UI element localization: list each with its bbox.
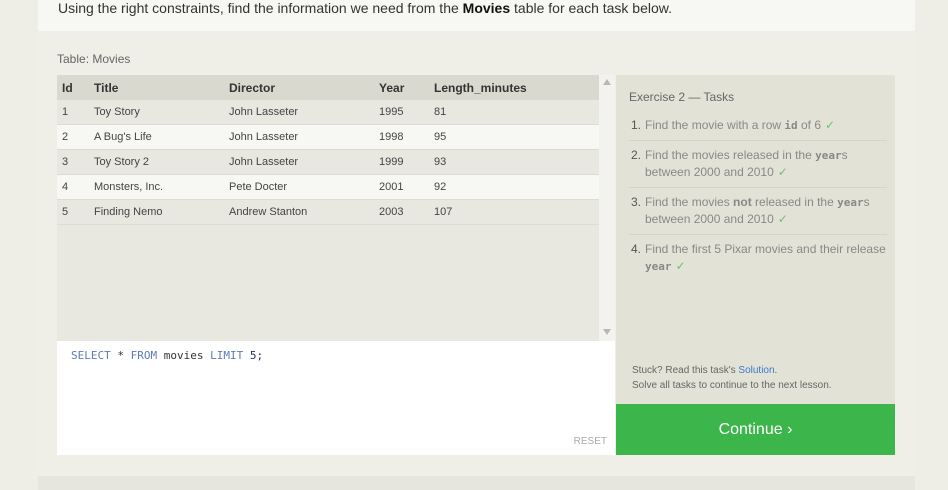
checkmark-icon: ✓	[675, 259, 686, 273]
results-table: Id Title Director Year Length_minutes 1 …	[57, 75, 599, 225]
table-row: 1 Toy Story John Lasseter 1995 81	[57, 100, 599, 125]
cell-year: 1995	[379, 100, 434, 125]
cell-title: Toy Story 2	[94, 149, 229, 175]
column-header-director: Director	[229, 75, 379, 100]
cell-director: John Lasseter	[229, 124, 379, 150]
task-item: 2. Find the movies released in the years …	[629, 145, 887, 188]
continue-button[interactable]: Continue ›	[616, 404, 895, 455]
column-header-length: Length_minutes	[434, 75, 599, 100]
footer-strip	[38, 476, 915, 490]
checkmark-icon: ✓	[777, 212, 788, 226]
cell-title: Toy Story	[94, 100, 229, 125]
cell-length: 107	[434, 199, 599, 225]
table-row: 5 Finding Nemo Andrew Stanton 2003 107	[57, 199, 599, 225]
sql-query-text[interactable]: SELECT * FROM movies LIMIT 5;	[71, 349, 263, 362]
column-header-year: Year	[379, 75, 434, 100]
intro-banner: Using the right constraints, find the in…	[38, 0, 915, 31]
cell-length: 95	[434, 124, 599, 150]
tasks-title: Exercise 2 — Tasks	[629, 90, 735, 104]
cell-id: 2	[57, 124, 94, 150]
task-item: 1. Find the movie with a row id of 6 ✓	[629, 115, 887, 141]
cell-id: 5	[57, 199, 94, 225]
scroll-down-arrow-icon[interactable]	[603, 329, 611, 335]
sql-editor[interactable]: SELECT * FROM movies LIMIT 5; RESET	[57, 341, 615, 455]
table-row: 4 Monsters, Inc. Pete Docter 2001 92	[57, 174, 599, 200]
intro-table-name: Movies	[462, 0, 511, 16]
cell-id: 3	[57, 149, 94, 175]
reset-button[interactable]: RESET	[574, 436, 607, 447]
cell-title: A Bug's Life	[94, 124, 229, 150]
solve-hint: Solve all tasks to continue to the next …	[632, 380, 832, 391]
cell-id: 4	[57, 174, 94, 200]
intro-text: Using the right constraints, find the in…	[58, 0, 672, 16]
cell-year: 1999	[379, 149, 434, 175]
checkmark-icon: ✓	[777, 165, 788, 179]
table-row: 2 A Bug's Life John Lasseter 1998 95	[57, 124, 599, 150]
cell-year: 1998	[379, 124, 434, 150]
cell-year: 2001	[379, 174, 434, 200]
task-item: 4. Find the first 5 Pixar movies and thei…	[631, 242, 886, 273]
results-table-container: Id Title Director Year Length_minutes 1 …	[57, 75, 599, 341]
table-header-row: Id Title Director Year Length_minutes	[57, 75, 599, 100]
cell-length: 81	[434, 100, 599, 125]
cell-director: Andrew Stanton	[229, 199, 379, 225]
column-header-title: Title	[94, 75, 229, 100]
scroll-up-arrow-icon[interactable]	[603, 79, 611, 85]
cell-id: 1	[57, 100, 94, 125]
column-header-id: Id	[57, 75, 94, 100]
cell-year: 2003	[379, 199, 434, 225]
cell-title: Monsters, Inc.	[94, 174, 229, 200]
stuck-hint: Stuck? Read this task's Solution.	[632, 365, 778, 376]
checkmark-icon: ✓	[825, 118, 836, 132]
table-caption: Table: Movies	[57, 52, 131, 66]
cell-director: John Lasseter	[229, 100, 379, 125]
task-item: 3. Find the movies not released in the ye…	[629, 192, 887, 235]
tasks-panel: Exercise 2 — Tasks 1. Find the movie with…	[616, 75, 895, 404]
solution-link[interactable]: Solution	[738, 365, 774, 376]
cell-title: Finding Nemo	[94, 199, 229, 225]
cell-length: 92	[434, 174, 599, 200]
task-list: 1. Find the movie with a row id of 6 ✓ 2. F…	[629, 115, 887, 285]
table-scrollbar[interactable]	[599, 75, 615, 341]
cell-director: Pete Docter	[229, 174, 379, 200]
table-row: 3 Toy Story 2 John Lasseter 1999 93	[57, 149, 599, 175]
cell-length: 93	[434, 149, 599, 175]
cell-director: John Lasseter	[229, 149, 379, 175]
